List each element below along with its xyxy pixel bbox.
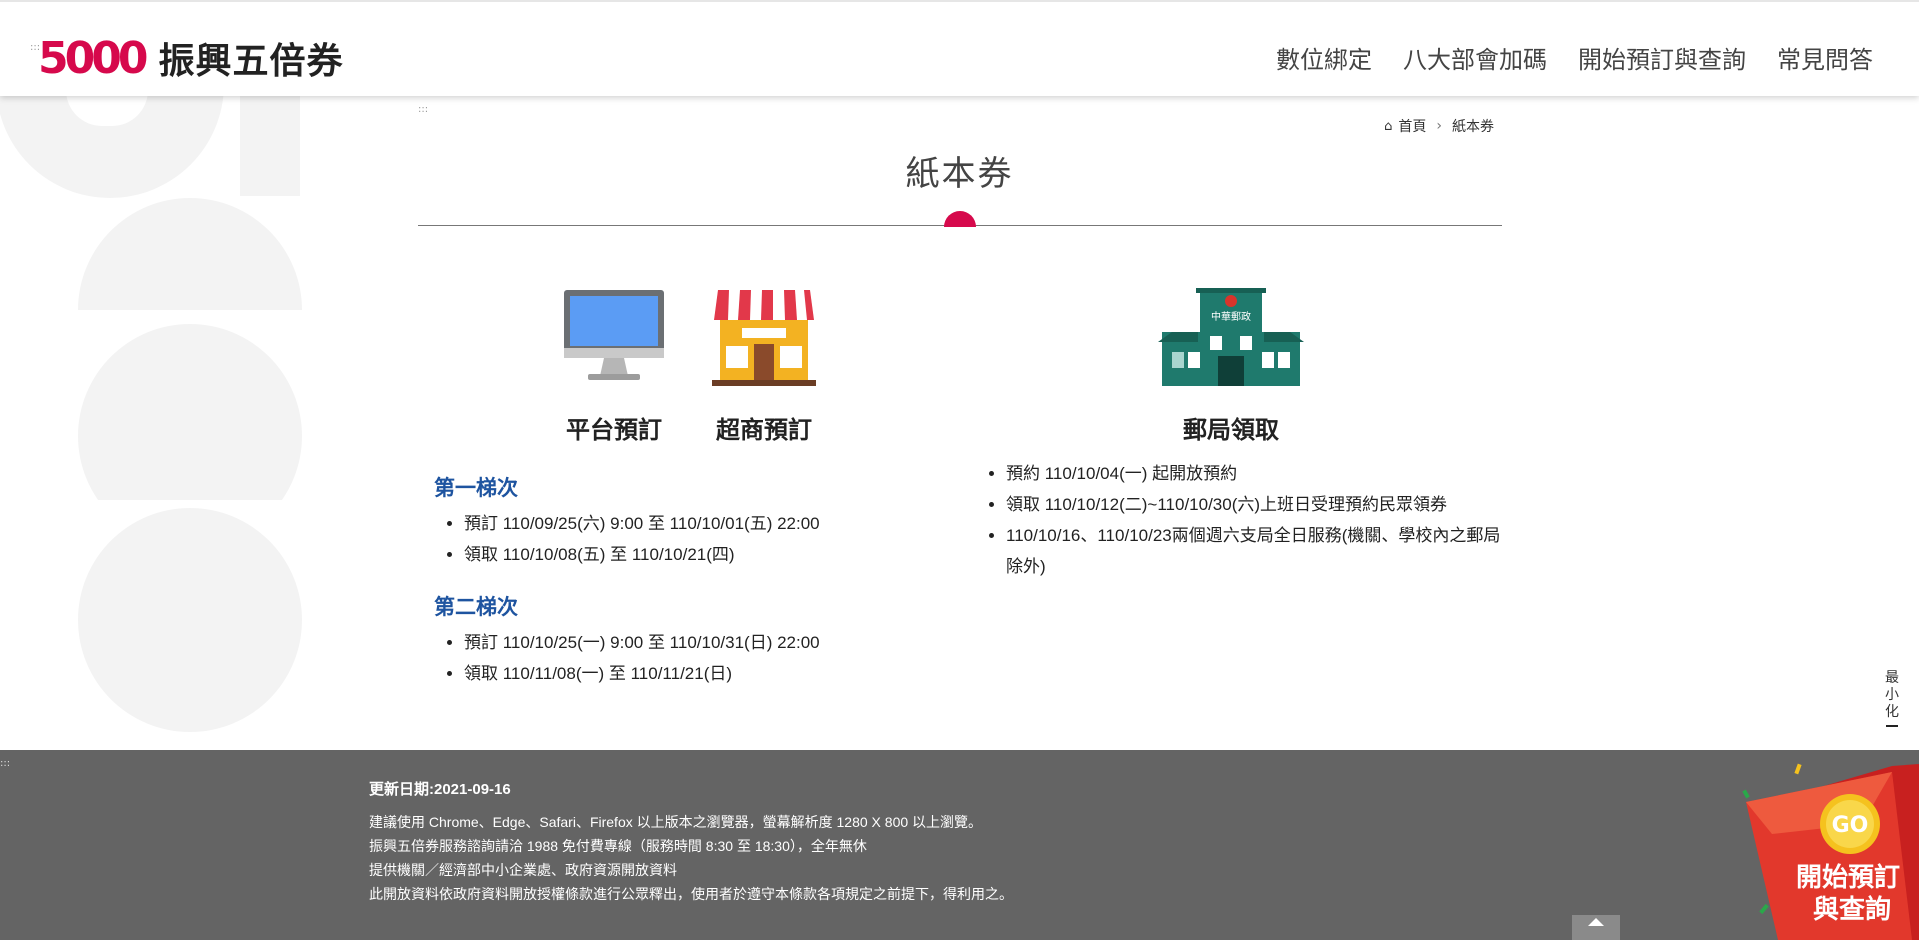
site-header: ::: 5000 振興五倍券 數位綁定 八大部會加碼 開始預訂與查詢 常見問答: [0, 0, 1919, 96]
promo-order-query-button[interactable]: GO 開始預訂 與查詢: [1742, 754, 1919, 940]
breadcrumb-current: 紙本券: [1452, 119, 1494, 135]
post-office-list: 預約 110/10/04(一) 起開放預約 領取 110/10/12(二)~11…: [976, 458, 1516, 582]
nav-item-ministry-bonus[interactable]: 八大部會加碼: [1403, 40, 1547, 75]
batch-list-first: 預訂 110/09/25(六) 9:00 至 110/10/01(五) 22:0…: [434, 508, 944, 570]
footer-line: 振興五倍券服務諮詢請洽 1988 免付費專線（服務時間 8:30 至 18:30…: [369, 838, 867, 854]
logo-text: 振興五倍券: [158, 41, 344, 82]
accesskey-dots: :::: [418, 104, 429, 115]
minus-icon: [1886, 725, 1898, 727]
method-label-post: 郵局領取: [1183, 416, 1279, 444]
page-title: 紙本券: [905, 154, 1014, 194]
list-item: 領取 110/10/12(二)~110/10/30(六)上班日受理預約民眾領券: [1006, 489, 1516, 520]
breadcrumb: ⌂ 首頁 › 紙本券: [1384, 116, 1494, 136]
site-logo[interactable]: 5000 振興五倍券: [38, 32, 343, 84]
nav-item-faq[interactable]: 常見問答: [1777, 40, 1873, 75]
nav-item-digital-binding[interactable]: 數位綁定: [1276, 40, 1372, 75]
decor-shape-circle: [78, 508, 302, 732]
site-footer: ::: 更新日期:2021-09-16 建議使用 Chrome、Edge、Saf…: [0, 750, 1919, 940]
promo-badge: GO: [1832, 813, 1869, 838]
batch-title-first: 第一梯次: [434, 476, 518, 500]
footer-line: 此開放資料依政府資料開放授權條款進行公眾釋出，使用者於遵守本條款各項規定之前提下…: [369, 886, 1013, 902]
list-item: 領取 110/10/08(五) 至 110/10/21(四): [464, 539, 944, 570]
logo-number: 5000: [38, 32, 148, 84]
footer-line: 建議使用 Chrome、Edge、Safari、Firefox 以上版本之瀏覽器…: [369, 814, 983, 830]
minimize-button[interactable]: 最小化: [1884, 670, 1900, 727]
promo-line1: 開始預訂: [1796, 862, 1900, 893]
main-nav: 數位綁定 八大部會加碼 開始預訂與查詢 常見問答: [1276, 40, 1873, 75]
method-label-store: 超商預訂: [716, 416, 812, 444]
promo-line2: 與查詢: [1813, 894, 1891, 925]
post-office-icon: 中華郵政: [1158, 288, 1304, 388]
footer-line: 提供機關／經濟部中小企業處、政府資源開放資料: [369, 862, 677, 878]
computer-icon: [562, 288, 666, 386]
nav-item-order-query[interactable]: 開始預訂與查詢: [1578, 40, 1746, 75]
back-to-top-button[interactable]: [1572, 915, 1620, 940]
minimize-label: 最小化: [1885, 670, 1899, 720]
list-item: 預訂 110/09/25(六) 9:00 至 110/10/01(五) 22:0…: [464, 508, 944, 539]
home-icon: ⌂: [1384, 118, 1393, 134]
list-item: 預約 110/10/04(一) 起開放預約: [1006, 458, 1516, 489]
list-item: 110/10/16、110/10/23兩個週六支局全日服務(機關、學校內之郵局除…: [1006, 520, 1516, 582]
footer-info: 建議使用 Chrome、Edge、Safari、Firefox 以上版本之瀏覽器…: [369, 810, 1013, 906]
method-label-platform: 平台預訂: [566, 416, 662, 444]
list-item: 預訂 110/10/25(一) 9:00 至 110/10/31(日) 22:0…: [464, 627, 944, 658]
accesskey-dots: :::: [0, 758, 11, 769]
chevron-right-icon: ›: [1436, 118, 1442, 134]
batch-list-second: 預訂 110/10/25(一) 9:00 至 110/10/31(日) 22:0…: [434, 627, 944, 689]
footer-updated-date: 更新日期:2021-09-16: [369, 781, 511, 798]
title-divider-accent: [944, 211, 976, 227]
decor-shape-half: [78, 198, 302, 310]
breadcrumb-home[interactable]: 首頁: [1398, 116, 1426, 136]
post-sign-text: 中華郵政: [1211, 310, 1251, 323]
convenience-store-icon: [712, 286, 816, 388]
list-item: 領取 110/11/08(一) 至 110/11/21(日): [464, 658, 944, 689]
batch-title-second: 第二梯次: [434, 595, 518, 619]
